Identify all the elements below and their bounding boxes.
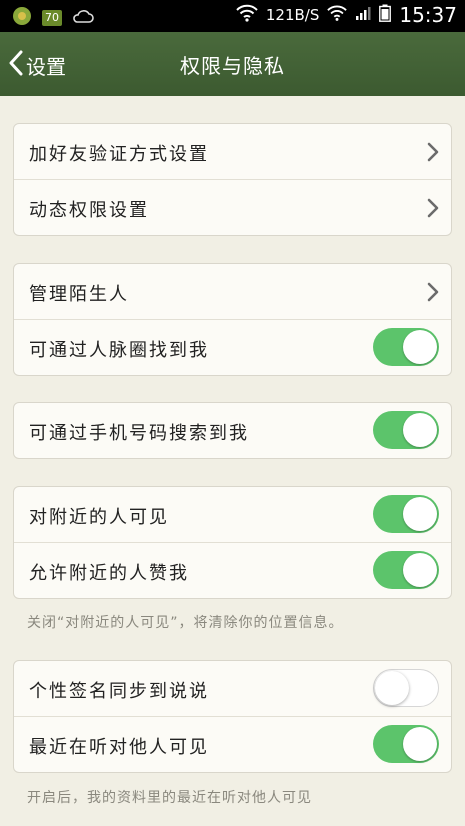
badge-70-icon: 70 <box>42 10 62 26</box>
settings-group-profile: 个性签名同步到说说 最近在听对他人可见 <box>13 660 452 773</box>
setting-label: 可通过人脉圈找到我 <box>29 340 209 361</box>
setting-label: 可通过手机号码搜索到我 <box>29 423 249 444</box>
status-bar: 70 121B/S 15:37 <box>0 0 465 32</box>
setting-row-nearby-like: 允许附近的人赞我 <box>14 543 451 598</box>
listening-note: 开启后，我的资料里的最近在听对他人可见 <box>27 790 312 806</box>
toggle-knob <box>403 330 437 364</box>
cloud-icon <box>72 8 94 28</box>
setting-label: 管理陌生人 <box>29 284 129 305</box>
settings-group-friend: 加好友验证方式设置 动态权限设置 <box>13 123 452 236</box>
setting-row-manage-strangers[interactable]: 管理陌生人 <box>14 264 451 320</box>
setting-row-signature-sync: 个性签名同步到说说 <box>14 661 451 717</box>
toggle-knob <box>375 671 409 705</box>
toggle-knob <box>403 727 437 761</box>
nearby-note: 关闭“对附近的人可见”，将清除你的位置信息。 <box>27 615 344 631</box>
page-title: 权限与隐私 <box>180 54 285 78</box>
chevron-right-icon <box>427 198 439 222</box>
settings-group-nearby: 对附近的人可见 允许附近的人赞我 <box>13 486 452 599</box>
wifi-icon <box>236 4 258 26</box>
setting-label: 允许附近的人赞我 <box>29 563 189 584</box>
toggle-knob <box>403 497 437 531</box>
listening-visible-toggle[interactable] <box>373 725 439 763</box>
clock: 15:37 <box>399 3 457 27</box>
toggle-knob <box>403 413 437 447</box>
setting-row-friend-verification[interactable]: 加好友验证方式设置 <box>14 124 451 180</box>
settings-group-phone: 可通过手机号码搜索到我 <box>13 402 452 459</box>
setting-label: 个性签名同步到说说 <box>29 681 209 702</box>
search-by-phone-toggle[interactable] <box>373 411 439 449</box>
setting-row-feed-permission[interactable]: 动态权限设置 <box>14 180 451 235</box>
chevron-right-icon <box>427 142 439 166</box>
settings-group-strangers: 管理陌生人 可通过人脉圈找到我 <box>13 263 452 376</box>
setting-label: 最近在听对他人可见 <box>29 737 209 758</box>
setting-row-listening-visible: 最近在听对他人可见 <box>14 717 451 772</box>
network-speed: 121B/S <box>265 6 320 24</box>
app-icon <box>12 6 32 30</box>
setting-label: 动态权限设置 <box>29 200 149 221</box>
find-by-network-toggle[interactable] <box>373 328 439 366</box>
visible-nearby-toggle[interactable] <box>373 495 439 533</box>
nav-bar: 设置 权限与隐私 <box>0 32 465 96</box>
chevron-right-icon <box>427 282 439 306</box>
setting-row-search-by-phone: 可通过手机号码搜索到我 <box>14 403 451 458</box>
wifi-signal-icon <box>327 4 348 26</box>
setting-row-visible-nearby: 对附近的人可见 <box>14 487 451 543</box>
signature-sync-toggle[interactable] <box>373 669 439 707</box>
toggle-knob <box>403 553 437 587</box>
setting-label: 加好友验证方式设置 <box>29 144 209 165</box>
setting-row-find-by-network: 可通过人脉圈找到我 <box>14 320 451 375</box>
setting-label: 对附近的人可见 <box>29 507 169 528</box>
badge-text: 70 <box>45 11 59 24</box>
battery-icon <box>379 4 392 26</box>
nearby-like-toggle[interactable] <box>373 551 439 589</box>
cell-signal-icon <box>355 5 371 25</box>
